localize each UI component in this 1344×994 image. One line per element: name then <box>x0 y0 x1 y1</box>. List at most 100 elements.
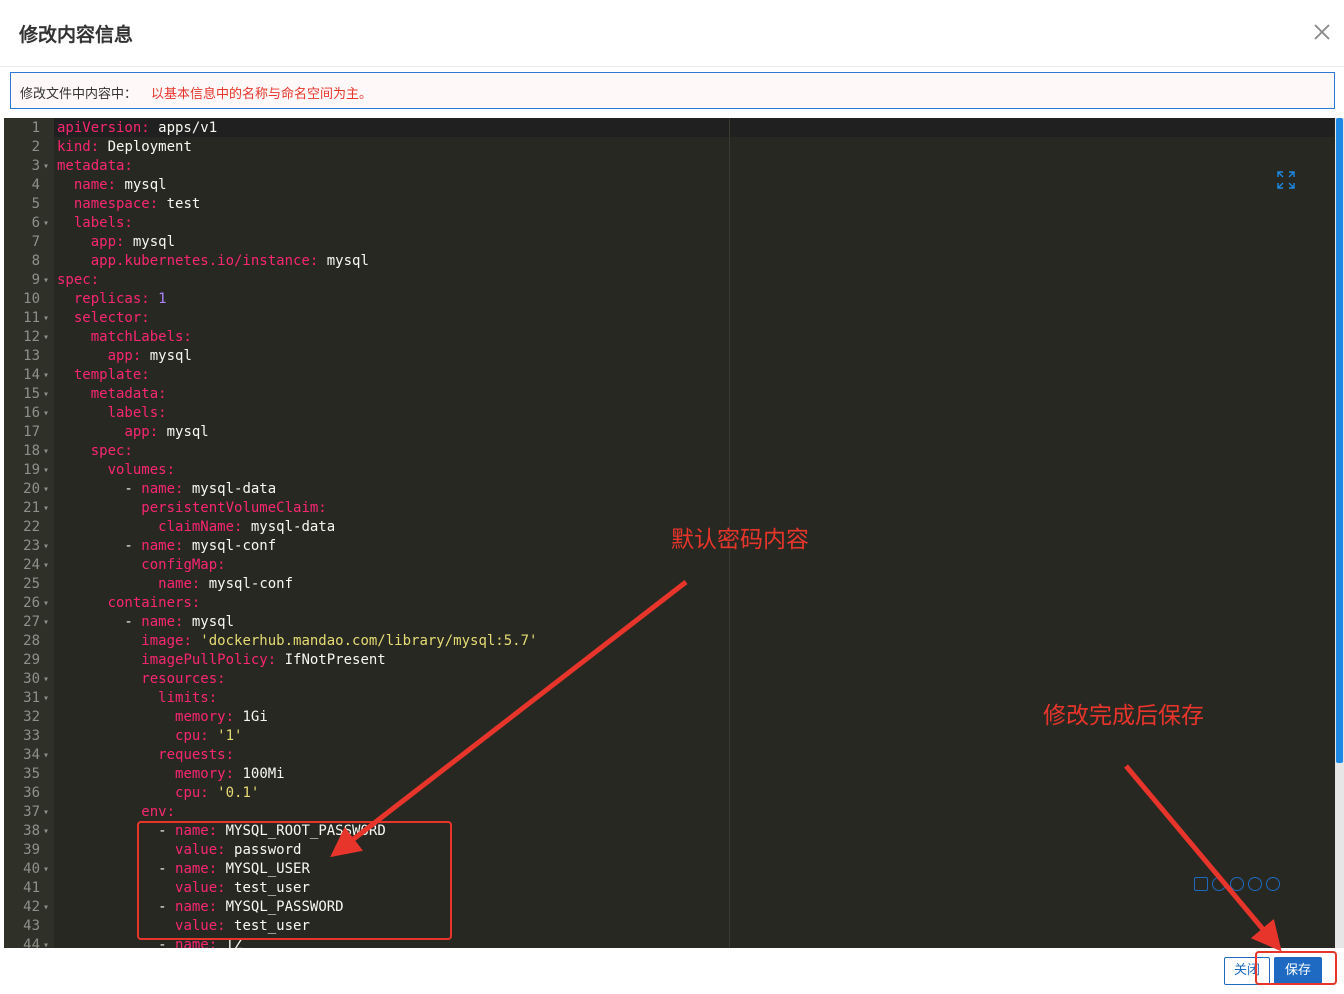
fold-toggle-icon[interactable]: ▾ <box>43 442 49 461</box>
code-text: env: <box>57 803 175 822</box>
close-icon[interactable] <box>1308 18 1336 46</box>
code-line[interactable]: 19 ▾ volumes: <box>4 461 1334 480</box>
fold-toggle-icon[interactable]: ▾ <box>43 746 49 765</box>
line-number: 26 <box>23 595 40 611</box>
yaml-key: spec: <box>57 272 100 288</box>
code-text: apiVersion: apps/v1 <box>57 119 217 138</box>
fold-toggle-icon[interactable]: ▾ <box>43 366 49 385</box>
code-line[interactable]: 36 cpu: '0.1' <box>4 784 1334 803</box>
code-text: labels: <box>57 404 167 423</box>
code-line[interactable]: 18 ▾ spec: <box>4 442 1334 461</box>
code-line[interactable]: 16 ▾ labels: <box>4 404 1334 423</box>
line-number: 39 <box>23 842 40 858</box>
code-line[interactable]: 21 ▾ persistentVolumeClaim: <box>4 499 1334 518</box>
fold-toggle-icon[interactable]: ▾ <box>43 157 49 176</box>
yaml-value: '1' <box>208 728 243 744</box>
code-line[interactable]: 7 app: mysql <box>4 233 1334 252</box>
line-number: 31 <box>23 690 40 706</box>
line-number: 8 <box>31 253 40 269</box>
line-number: 43 <box>23 918 40 934</box>
fold-toggle-icon[interactable]: ▾ <box>43 898 49 917</box>
code-text: imagePullPolicy: IfNotPresent <box>57 651 385 670</box>
yaml-key: app: <box>90 234 125 250</box>
code-line[interactable]: 34 ▾ requests: <box>4 746 1334 765</box>
code-line[interactable]: 4 name: mysql <box>4 176 1334 195</box>
yaml-key: app: <box>107 348 142 364</box>
fold-toggle-icon[interactable]: ▾ <box>43 670 49 689</box>
fold-toggle-icon[interactable]: ▾ <box>43 309 49 328</box>
code-text: limits: <box>57 689 217 708</box>
code-line[interactable]: 2 kind: Deployment <box>4 138 1334 157</box>
code-line[interactable]: 3 ▾ metadata: <box>4 157 1334 176</box>
fold-toggle-icon[interactable]: ▾ <box>43 328 49 347</box>
comment-icon[interactable] <box>1230 877 1244 891</box>
code-text: spec: <box>57 442 133 461</box>
code-line[interactable]: 10 replicas: 1 <box>4 290 1334 309</box>
code-line[interactable]: 35 memory: 100Mi <box>4 765 1334 784</box>
code-line[interactable]: 24 ▾ configMap: <box>4 556 1334 575</box>
code-line[interactable]: 30 ▾ resources: <box>4 670 1334 689</box>
fold-toggle-icon[interactable]: ▾ <box>43 214 49 233</box>
fold-toggle-icon[interactable]: ▾ <box>43 480 49 499</box>
code-line[interactable]: 13 app: mysql <box>4 347 1334 366</box>
fold-toggle-icon[interactable]: ▾ <box>43 499 49 518</box>
code-line[interactable]: 37 ▾ env: <box>4 803 1334 822</box>
code-line[interactable]: 23 ▾ - name: mysql-conf <box>4 537 1334 556</box>
code-indent: - <box>57 481 142 497</box>
code-line[interactable]: 8 app.kubernetes.io/instance: mysql <box>4 252 1334 271</box>
scrollbar-thumb[interactable] <box>1336 118 1343 763</box>
fold-toggle-icon[interactable]: ▾ <box>43 271 49 290</box>
code-line[interactable]: 25 name: mysql-conf <box>4 575 1334 594</box>
code-line[interactable]: 6 ▾ labels: <box>4 214 1334 233</box>
fold-toggle-icon[interactable]: ▾ <box>43 461 49 480</box>
code-line[interactable]: 11 ▾ selector: <box>4 309 1334 328</box>
fold-toggle-icon[interactable]: ▾ <box>43 860 49 879</box>
code-line[interactable]: 27 ▾ - name: mysql <box>4 613 1334 632</box>
code-line[interactable]: 15 ▾ metadata: <box>4 385 1334 404</box>
yaml-key: cpu: <box>175 785 209 801</box>
code-text: configMap: <box>57 556 225 575</box>
fold-toggle-icon[interactable]: ▾ <box>43 594 49 613</box>
line-number: 41 <box>23 880 40 896</box>
code-line[interactable]: 1 apiVersion: apps/v1 <box>4 119 1334 138</box>
expand-icon[interactable] <box>1276 170 1296 190</box>
code-line[interactable]: 5 namespace: test <box>4 195 1334 214</box>
fold-toggle-icon[interactable]: ▾ <box>43 404 49 423</box>
fold-toggle-icon[interactable]: ▾ <box>43 936 49 948</box>
code-line[interactable]: 29 imagePullPolicy: IfNotPresent <box>4 651 1334 670</box>
circle-icon[interactable] <box>1212 877 1226 891</box>
fold-toggle-icon[interactable]: ▾ <box>43 822 49 841</box>
yaml-key: matchLabels: <box>90 329 192 345</box>
code-line[interactable]: 28 image: 'dockerhub.mandao.com/library/… <box>4 632 1334 651</box>
dialog-title: 修改内容信息 <box>19 24 134 46</box>
yaml-value: 'dockerhub.mandao.com/library/mysql:5.7' <box>191 633 538 649</box>
code-line[interactable]: 26 ▾ containers: <box>4 594 1334 613</box>
code-line[interactable]: 9 ▾ spec: <box>4 271 1334 290</box>
file-icon[interactable] <box>1194 877 1208 891</box>
download-icon[interactable] <box>1266 877 1280 891</box>
yaml-key: name: <box>141 614 184 630</box>
fold-toggle-icon[interactable]: ▾ <box>43 556 49 575</box>
fold-toggle-icon[interactable]: ▾ <box>43 537 49 556</box>
code-line[interactable]: 17 app: mysql <box>4 423 1334 442</box>
line-number: 5 <box>31 196 40 212</box>
code-line[interactable]: 20 ▾ - name: mysql-data <box>4 480 1334 499</box>
notice-text: 以基本信息中的名称与命名空间为主。 <box>151 87 373 102</box>
fold-toggle-icon[interactable]: ▾ <box>43 803 49 822</box>
fold-toggle-icon[interactable]: ▾ <box>43 613 49 632</box>
code-line[interactable]: 22 claimName: mysql-data <box>4 518 1334 537</box>
code-line[interactable]: 12 ▾ matchLabels: <box>4 328 1334 347</box>
fold-toggle-icon[interactable]: ▾ <box>43 385 49 404</box>
yaml-key: limits: <box>158 690 218 706</box>
code-line[interactable]: 14 ▾ template: <box>4 366 1334 385</box>
fold-toggle-icon[interactable]: ▾ <box>43 689 49 708</box>
upload-icon[interactable] <box>1248 877 1262 891</box>
line-number: 24 <box>23 557 40 573</box>
yaml-value: apps/v1 <box>149 120 218 136</box>
yaml-value: mysql-conf <box>200 576 294 592</box>
vertical-scrollbar[interactable] <box>1335 118 1344 948</box>
yaml-key: name: <box>141 481 184 497</box>
